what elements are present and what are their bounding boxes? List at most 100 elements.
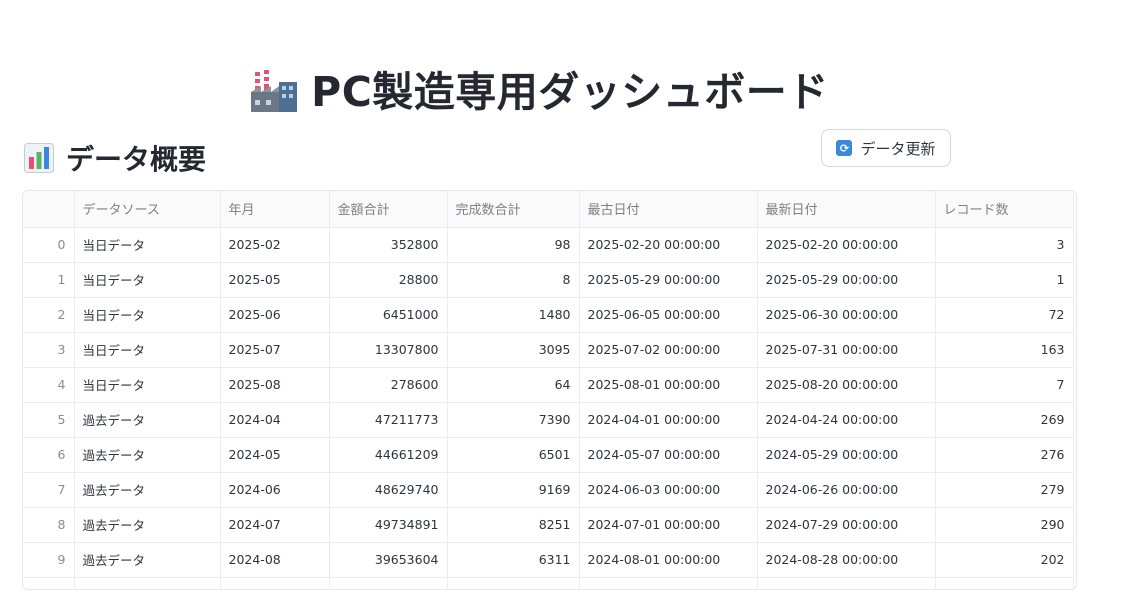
table-cell[interactable]: 2025-08 [220, 367, 330, 403]
table-cell[interactable] [447, 577, 580, 589]
table-cell[interactable] [220, 577, 330, 589]
table-cell[interactable]: 47211773 [329, 402, 448, 438]
table-cell[interactable]: 当日データ [74, 332, 221, 368]
table-cell[interactable]: 当日データ [74, 297, 221, 333]
table-cell[interactable]: 6501 [447, 437, 580, 473]
table-row[interactable]: 5 過去データ 2024-04 47211773 7390 2024-04-01 00:0… [23, 402, 1074, 438]
page-title: PC製造専用ダッシュボード [0, 58, 1080, 118]
table-cell[interactable]: 48629740 [329, 472, 448, 508]
table-cell[interactable]: 2025-07-02 00:00:00 [579, 332, 758, 368]
table-cell[interactable]: 8 [447, 262, 580, 298]
table-cell[interactable]: 2025-08-01 00:00:00 [579, 367, 758, 403]
table-cell[interactable]: 1480 [447, 297, 580, 333]
column-header[interactable]: 最新日付 [757, 191, 936, 228]
table-row[interactable]: 9 過去データ 2024-08 39653604 6311 2024-08-01 00:0… [23, 542, 1074, 578]
table-cell[interactable]: 2025-02 [220, 227, 330, 263]
table-cell[interactable]: 202 [935, 542, 1074, 578]
table-cell[interactable]: 2024-07-29 00:00:00 [757, 507, 936, 543]
table-cell[interactable] [757, 577, 936, 589]
table-cell[interactable]: 9169 [447, 472, 580, 508]
table-cell[interactable]: 2025-07 [220, 332, 330, 368]
table-cell[interactable]: 2025-06-05 00:00:00 [579, 297, 758, 333]
table-row[interactable]: 2 当日データ 2025-06 6451000 1480 2025-06-05 00:00… [23, 297, 1074, 333]
table-cell[interactable]: 276 [935, 437, 1074, 473]
table-cell[interactable]: 過去データ [74, 542, 221, 578]
table-cell[interactable]: 7390 [447, 402, 580, 438]
column-header[interactable]: 金額合計 [329, 191, 448, 228]
table-cell[interactable]: 2024-06 [220, 472, 330, 508]
table-cell[interactable]: 過去データ [74, 577, 221, 589]
table-cell[interactable]: 2025-05-29 00:00:00 [579, 262, 758, 298]
table-row[interactable]: 過去データ [23, 577, 1074, 589]
table-cell[interactable]: 2025-08-20 00:00:00 [757, 367, 936, 403]
table-cell[interactable]: 2025-06-30 00:00:00 [757, 297, 936, 333]
table-cell[interactable]: 2024-06-26 00:00:00 [757, 472, 936, 508]
table-cell[interactable]: 290 [935, 507, 1074, 543]
table-cell[interactable]: 3095 [447, 332, 580, 368]
table-cell[interactable]: 2024-08 [220, 542, 330, 578]
table-row[interactable]: 6 過去データ 2024-05 44661209 6501 2024-05-07 00:0… [23, 437, 1074, 473]
table-cell[interactable]: 2024-04-01 00:00:00 [579, 402, 758, 438]
table-cell[interactable]: 278600 [329, 367, 448, 403]
column-header[interactable]: 最古日付 [579, 191, 758, 228]
table-cell[interactable]: 2024-08-01 00:00:00 [579, 542, 758, 578]
table-cell[interactable]: 2024-05 [220, 437, 330, 473]
table-cell[interactable]: 2025-07-31 00:00:00 [757, 332, 936, 368]
table-cell[interactable]: 6311 [447, 542, 580, 578]
refresh-data-button[interactable]: ⟳ データ更新 [821, 129, 951, 167]
table-cell[interactable]: 269 [935, 402, 1074, 438]
table-cell[interactable]: 352800 [329, 227, 448, 263]
table-cell[interactable]: 2024-06-03 00:00:00 [579, 472, 758, 508]
table-row[interactable]: 7 過去データ 2024-06 48629740 9169 2024-06-03 00:0… [23, 472, 1074, 508]
table-cell[interactable]: 7 [935, 367, 1074, 403]
table-cell[interactable]: 過去データ [74, 507, 221, 543]
table-cell[interactable]: 過去データ [74, 437, 221, 473]
table-cell[interactable]: 2024-04-24 00:00:00 [757, 402, 936, 438]
table-cell[interactable]: 過去データ [74, 402, 221, 438]
table-cell[interactable] [579, 577, 758, 589]
table-cell[interactable] [329, 577, 448, 589]
row-index: 4 [23, 367, 75, 403]
table-row[interactable]: 3 当日データ 2025-07 13307800 3095 2025-07-02 00:0… [23, 332, 1074, 368]
row-index: 8 [23, 507, 75, 543]
table-cell[interactable]: 1 [935, 262, 1074, 298]
table-cell[interactable]: 当日データ [74, 262, 221, 298]
table-cell[interactable]: 64 [447, 367, 580, 403]
data-table[interactable]: データソース 年月 金額合計 完成数合計 最古日付 最新日付 レコード数 0 当日… [22, 190, 1077, 590]
table-cell[interactable] [935, 577, 1074, 589]
table-cell[interactable]: 72 [935, 297, 1074, 333]
table-cell[interactable]: 3 [935, 227, 1074, 263]
table-row[interactable]: 8 過去データ 2024-07 49734891 8251 2024-07-01 00:0… [23, 507, 1074, 543]
table-cell[interactable]: 2024-04 [220, 402, 330, 438]
table-cell[interactable]: 2024-05-29 00:00:00 [757, 437, 936, 473]
table-cell[interactable]: 279 [935, 472, 1074, 508]
table-cell[interactable]: 6451000 [329, 297, 448, 333]
table-cell[interactable]: 13307800 [329, 332, 448, 368]
table-cell[interactable]: 2025-06 [220, 297, 330, 333]
table-cell[interactable]: 当日データ [74, 367, 221, 403]
column-header[interactable]: 年月 [220, 191, 330, 228]
table-cell[interactable]: 2025-05 [220, 262, 330, 298]
column-header[interactable]: 完成数合計 [447, 191, 580, 228]
table-cell[interactable]: 49734891 [329, 507, 448, 543]
table-cell[interactable]: 2025-02-20 00:00:00 [757, 227, 936, 263]
column-header[interactable]: レコード数 [935, 191, 1074, 228]
table-cell[interactable]: 2025-02-20 00:00:00 [579, 227, 758, 263]
table-cell[interactable]: 98 [447, 227, 580, 263]
table-cell[interactable]: 8251 [447, 507, 580, 543]
table-cell[interactable]: 163 [935, 332, 1074, 368]
table-cell[interactable]: 28800 [329, 262, 448, 298]
table-row[interactable]: 0 当日データ 2025-02 352800 98 2025-02-20 00:00:00… [23, 227, 1074, 263]
table-row[interactable]: 1 当日データ 2025-05 28800 8 2025-05-29 00:00:00 20… [23, 262, 1074, 298]
table-cell[interactable]: 44661209 [329, 437, 448, 473]
table-cell[interactable]: 2024-07-01 00:00:00 [579, 507, 758, 543]
table-cell[interactable]: 39653604 [329, 542, 448, 578]
table-cell[interactable]: 2024-08-28 00:00:00 [757, 542, 936, 578]
table-cell[interactable]: 2024-07 [220, 507, 330, 543]
column-header[interactable]: データソース [74, 191, 221, 228]
table-cell[interactable]: 当日データ [74, 227, 221, 263]
table-cell[interactable]: 2024-05-07 00:00:00 [579, 437, 758, 473]
table-row[interactable]: 4 当日データ 2025-08 278600 64 2025-08-01 00:00:00… [23, 367, 1074, 403]
table-cell[interactable]: 過去データ [74, 472, 221, 508]
table-cell[interactable]: 2025-05-29 00:00:00 [757, 262, 936, 298]
